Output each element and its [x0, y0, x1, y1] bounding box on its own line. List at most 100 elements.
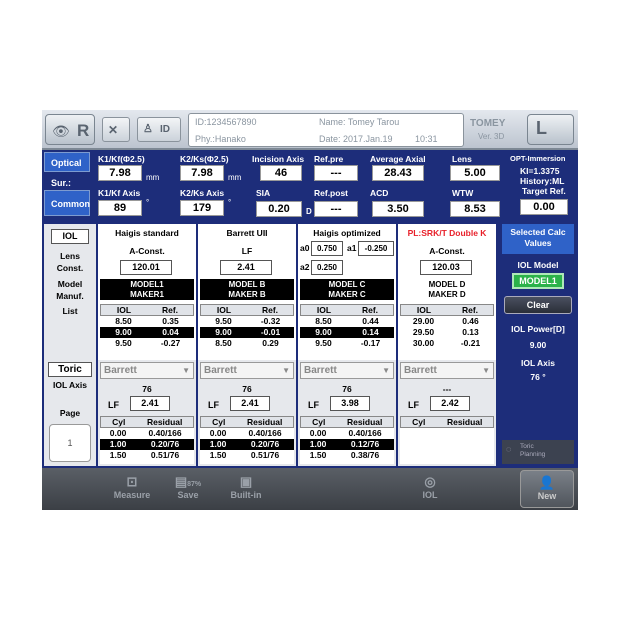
model-maker[interactable]: MODEL C MAKER C	[300, 279, 394, 300]
refpre-value[interactable]: ---	[314, 165, 358, 181]
a2-value[interactable]: 0.250	[311, 260, 343, 275]
degree-mark: °	[146, 198, 150, 207]
user-icon: ♙	[143, 123, 153, 135]
close-icon: ✕	[108, 123, 119, 137]
k1axis-label: K1/Kf Axis	[98, 188, 141, 198]
mode-optical[interactable]: Optical	[44, 152, 90, 172]
ref-cell: -0.01	[260, 327, 281, 337]
toric-formula-dropdown[interactable]: Barrett ▼	[100, 362, 194, 379]
left-eye-button[interactable]: L	[527, 114, 574, 145]
toric-table: Cyl Residual 0.00 0.40/166 1.00 0.20/76 1.50 0.…	[200, 416, 294, 464]
acd-value[interactable]: 3.50	[372, 201, 424, 217]
lf-label: LF	[108, 400, 119, 410]
mode-surgery[interactable]: Sur.:	[44, 172, 90, 190]
const-value[interactable]: 120.03	[420, 260, 472, 275]
a1-value[interactable]: -0.250	[358, 241, 394, 256]
table-row[interactable]: 29.50 0.13	[400, 327, 494, 338]
toric-row[interactable]: 1.00 0.20/76	[100, 439, 194, 450]
patient-info-box[interactable]: ID:1234567890 Name: Tomey Tarou Phy.:Han…	[188, 113, 464, 147]
iol-power-cell: 8.50	[115, 316, 132, 326]
const-label: A-Const.	[129, 246, 165, 256]
k1axis-value[interactable]: 89	[98, 200, 142, 216]
model-maker[interactable]: MODEL1 MAKER1	[100, 279, 194, 300]
toric-row[interactable]: 1.50 0.51/76	[100, 450, 194, 461]
exam-date: Date: 2017.Jan.19	[319, 134, 393, 144]
model-maker[interactable]: MODEL B MAKER B	[200, 279, 294, 300]
toric-row[interactable]: 1.00 0.12/76	[300, 439, 394, 450]
toric-planning-button[interactable]: ◌ Toric Planning	[502, 440, 574, 464]
k1-unit: mm	[146, 173, 160, 182]
delete-patient-button[interactable]: ✕	[102, 117, 130, 142]
const-value[interactable]: 120.01	[120, 260, 172, 275]
table-row[interactable]: 9.00 0.14	[300, 327, 394, 338]
k2axis-value[interactable]: 179	[180, 200, 224, 216]
cyl-col-header: Cyl	[312, 417, 326, 427]
toric-formula-value: Barrett	[404, 365, 437, 376]
save-button[interactable]: ▤87% Save	[162, 470, 214, 508]
sia-unit: D	[306, 207, 312, 216]
table-row[interactable]: 9.50 -0.27	[100, 338, 194, 349]
a0-value[interactable]: 0.750	[311, 241, 343, 256]
eye-side-label: R	[77, 121, 90, 140]
target-value[interactable]: 0.00	[520, 199, 568, 215]
cyl-cell: 1.50	[209, 450, 227, 460]
id-button-label: ID	[160, 124, 170, 135]
target-label: Target Ref.	[522, 186, 566, 196]
refpost-value[interactable]: ---	[314, 201, 358, 217]
lf-value[interactable]: 2.41	[230, 396, 270, 411]
lf-value[interactable]: 3.98	[330, 396, 370, 411]
iol-label: IOL	[51, 229, 89, 244]
acd-label: ACD	[370, 188, 389, 198]
save-label: Save	[177, 490, 199, 500]
k1-label: K1/Kf(Φ2.5)	[98, 154, 145, 164]
table-row[interactable]: 30.00 -0.21	[400, 338, 494, 349]
toric-formula-dropdown[interactable]: Barrett ▼	[200, 362, 294, 379]
lf-value[interactable]: 2.41	[130, 396, 170, 411]
new-patient-button[interactable]: 👤 New	[520, 470, 574, 508]
eye-select-button[interactable]: 👁 R	[45, 114, 95, 145]
new-label: New	[537, 491, 557, 501]
mode-common[interactable]: Common	[44, 190, 90, 216]
incision-value[interactable]: 46	[260, 165, 302, 181]
builtin-printer-button[interactable]: ▣ Built-in	[220, 470, 272, 508]
table-row[interactable]: 8.50 0.29	[200, 338, 294, 349]
axial-value[interactable]: 28.43	[372, 165, 424, 181]
toric-row[interactable]: 1.50 0.51/76	[200, 450, 294, 461]
table-header: IOL Ref.	[300, 304, 394, 316]
ki-label: KI=1.3375	[520, 166, 560, 176]
lens-value[interactable]: 5.00	[450, 165, 500, 181]
table-row[interactable]: 8.50 0.35	[100, 316, 194, 327]
cyl-cell: 0.00	[209, 428, 227, 438]
patient-id-button[interactable]: ♙ ID	[137, 117, 181, 142]
toric-row[interactable]: 0.00 0.40/166	[100, 428, 194, 439]
page-number-button[interactable]: 1	[49, 424, 91, 462]
toric-formula-dropdown[interactable]: Barrett ▼	[400, 362, 494, 379]
table-row[interactable]: 9.00 0.04	[100, 327, 194, 338]
iol-button[interactable]: ◎ IOL	[404, 470, 456, 508]
sia-value[interactable]: 0.20	[256, 201, 302, 217]
measure-button[interactable]: ⊡ Measure	[106, 470, 158, 508]
wtw-value[interactable]: 8.53	[450, 201, 500, 217]
eye-icon: 👁	[52, 123, 70, 139]
a0-label: a0	[300, 243, 310, 253]
toric-formula-dropdown[interactable]: Barrett ▼	[300, 362, 394, 379]
clear-button[interactable]: Clear	[504, 296, 572, 314]
table-row[interactable]: 9.50 -0.17	[300, 338, 394, 349]
const-label: LF	[241, 246, 253, 256]
toric-row[interactable]: 0.00 0.40/166	[200, 428, 294, 439]
toric-row[interactable]: 1.50 0.38/76	[300, 450, 394, 461]
table-row[interactable]: 9.50 -0.32	[200, 316, 294, 327]
lf-value[interactable]: 2.42	[430, 396, 470, 411]
model-maker[interactable]: MODEL D MAKER D	[400, 279, 494, 300]
iol-col-header: IOL	[216, 305, 232, 315]
toric-row[interactable]: 0.00 0.40/166	[300, 428, 394, 439]
table-row[interactable]: 8.50 0.44	[300, 316, 394, 327]
k1-value[interactable]: 7.98	[98, 165, 142, 181]
k2-value[interactable]: 7.98	[180, 165, 224, 181]
table-row[interactable]: 29.00 0.46	[400, 316, 494, 327]
table-row[interactable]: 9.00 -0.01	[200, 327, 294, 338]
toric-axis-value: 76	[142, 384, 152, 394]
list-label: List	[62, 306, 78, 316]
toric-row[interactable]: 1.00 0.20/76	[200, 439, 294, 450]
const-value[interactable]: 2.41	[220, 260, 272, 275]
